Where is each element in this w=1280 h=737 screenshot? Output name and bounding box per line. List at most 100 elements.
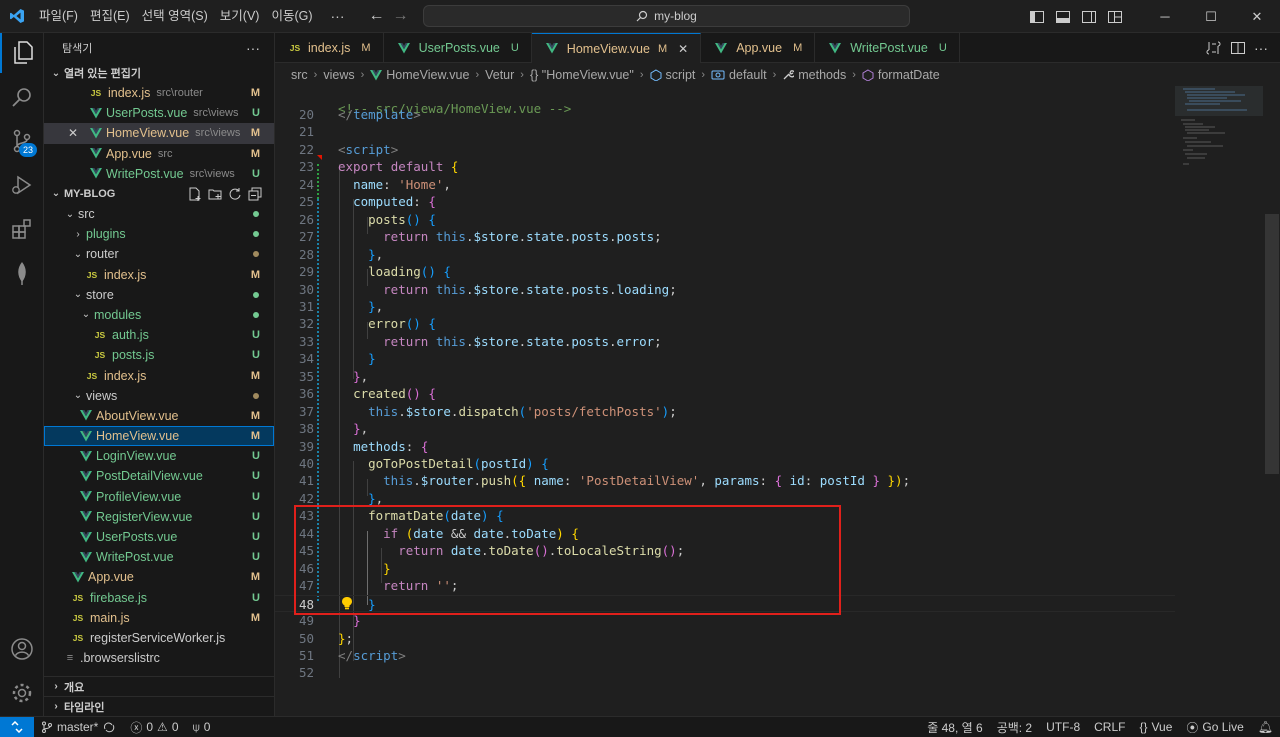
customize-layout-icon[interactable] bbox=[1102, 0, 1128, 33]
end-of-line[interactable]: CRLF bbox=[1087, 720, 1132, 734]
breadcrumb-src[interactable]: src bbox=[291, 68, 308, 82]
extensions-icon[interactable] bbox=[0, 209, 44, 249]
cursor-position[interactable]: 줄 48, 열 6 bbox=[920, 719, 989, 736]
menu-go[interactable]: 이동(G) bbox=[265, 4, 318, 28]
tree-file[interactable]: JS main.js M bbox=[44, 608, 274, 628]
explorer-icon[interactable] bbox=[0, 33, 44, 73]
breadcrumb-file[interactable]: HomeView.vue bbox=[386, 68, 469, 82]
tree-folder[interactable]: ⌄ views bbox=[44, 386, 274, 406]
explorer-more-button[interactable]: ··· bbox=[246, 40, 260, 56]
tree-file[interactable]: JS firebase.js U bbox=[44, 588, 274, 608]
problems-indicator[interactable]: ⓧ 0 ⚠ 0 bbox=[123, 719, 185, 736]
minimap[interactable] bbox=[1175, 86, 1263, 186]
collapse-all-icon[interactable] bbox=[248, 187, 262, 201]
breadcrumb-views[interactable]: views bbox=[323, 68, 354, 82]
menu-edit[interactable]: 편집(E) bbox=[84, 4, 136, 28]
menu-selection[interactable]: 선택 영역(S) bbox=[136, 4, 214, 28]
new-folder-icon[interactable] bbox=[208, 187, 222, 201]
error-icon: ⓧ bbox=[130, 720, 143, 735]
new-file-icon[interactable] bbox=[188, 187, 202, 201]
tree-file[interactable]: JS index.js M bbox=[44, 365, 274, 385]
open-changes-icon[interactable] bbox=[1206, 40, 1222, 56]
tree-file[interactable]: UserPosts.vue U bbox=[44, 527, 274, 547]
editor-more-button[interactable]: ··· bbox=[1254, 40, 1268, 56]
toggle-primary-sidebar-icon[interactable] bbox=[1024, 0, 1050, 33]
maximize-icon[interactable]: ☐ bbox=[1188, 0, 1234, 33]
command-center-search[interactable]: my-blog bbox=[423, 5, 910, 27]
code-editor[interactable]: <!-- src/viewa/HomeView.vue --> 20 </temp… bbox=[275, 86, 1280, 716]
tree-folder[interactable]: ⌄ router bbox=[44, 244, 274, 264]
mongodb-leaf-icon[interactable] bbox=[0, 253, 44, 293]
toggle-panel-icon[interactable] bbox=[1050, 0, 1076, 33]
open-editor-item-active[interactable]: ✕ HomeView.vue src\views M bbox=[44, 123, 274, 144]
tree-file[interactable]: HomeView.vue M bbox=[44, 426, 274, 447]
close-icon[interactable]: ✕ bbox=[1234, 0, 1280, 33]
outline-header[interactable]: › 개요 bbox=[44, 676, 275, 696]
menu-file[interactable]: 파일(F) bbox=[33, 4, 84, 28]
tree-file[interactable]: JS auth.js U bbox=[44, 325, 274, 345]
menu-more-button[interactable]: ··· bbox=[319, 8, 357, 24]
close-editor-icon[interactable]: ✕ bbox=[68, 126, 88, 140]
notifications-bell-icon[interactable]: 🔔︎ bbox=[1251, 720, 1280, 734]
menu-view[interactable]: 보기(V) bbox=[214, 4, 266, 28]
indentation[interactable]: 공백: 2 bbox=[990, 719, 1039, 736]
split-editor-icon[interactable] bbox=[1230, 40, 1246, 56]
tree-file[interactable]: WritePost.vue U bbox=[44, 547, 274, 567]
tab-homeview[interactable]: HomeView.vue M ✕ bbox=[531, 33, 702, 63]
breadcrumb-script[interactable]: script bbox=[666, 68, 696, 82]
tree-file[interactable]: RegisterView.vue U bbox=[44, 507, 274, 527]
breadcrumb-methods[interactable]: methods bbox=[798, 68, 846, 82]
search-icon[interactable] bbox=[0, 77, 44, 117]
tab-userposts[interactable]: UserPosts.vue U bbox=[384, 33, 532, 63]
breadcrumb-module[interactable]: {} "HomeView.vue" bbox=[530, 68, 634, 82]
refresh-icon[interactable] bbox=[228, 187, 242, 201]
lightbulb-icon[interactable] bbox=[341, 596, 353, 613]
run-debug-icon[interactable] bbox=[0, 165, 44, 205]
tree-folder[interactable]: › plugins bbox=[44, 224, 274, 244]
timeline-header[interactable]: › 타임라인 bbox=[44, 696, 275, 716]
code-text: this.$store.dispatch('posts/fetchPosts')… bbox=[368, 403, 677, 419]
manage-gear-icon[interactable] bbox=[0, 673, 44, 713]
tree-file[interactable]: ProfileView.vue U bbox=[44, 487, 274, 507]
code-line: 24 name: 'Home', bbox=[275, 176, 1175, 193]
line-number: 39 bbox=[298, 438, 314, 454]
symbol-module-icon bbox=[650, 69, 661, 81]
open-editor-item[interactable]: JS index.js src\router M bbox=[44, 83, 274, 103]
breadcrumb-vetur[interactable]: Vetur bbox=[485, 68, 514, 82]
accounts-icon[interactable] bbox=[0, 629, 44, 669]
branch-indicator[interactable]: master* bbox=[34, 720, 123, 734]
tree-folder[interactable]: ⌄ store bbox=[44, 285, 274, 305]
toggle-secondary-sidebar-icon[interactable] bbox=[1076, 0, 1102, 33]
tree-file[interactable]: ≡ .browserslistrc bbox=[44, 648, 274, 668]
open-editor-item[interactable]: UserPosts.vue src\views U bbox=[44, 103, 274, 123]
vertical-scrollbar[interactable] bbox=[1265, 214, 1279, 474]
tree-file[interactable]: PostDetailView.vue U bbox=[44, 466, 274, 486]
language-mode[interactable]: {} Vue bbox=[1132, 720, 1179, 734]
back-arrow-icon[interactable]: ← bbox=[365, 7, 389, 25]
breadcrumb-default[interactable]: default bbox=[729, 68, 767, 82]
remote-indicator[interactable] bbox=[0, 716, 34, 737]
ports-indicator[interactable]: ⍦ 0 bbox=[186, 720, 218, 735]
tree-file[interactable]: JS registerServiceWorker.js bbox=[44, 628, 274, 648]
encoding[interactable]: UTF-8 bbox=[1039, 720, 1087, 734]
open-editor-item[interactable]: WritePost.vue src\views U bbox=[44, 164, 274, 184]
tree-folder[interactable]: ⌄ modules bbox=[44, 305, 274, 325]
tree-file[interactable]: JS posts.js U bbox=[44, 345, 274, 365]
tree-folder[interactable]: ⌄ src bbox=[44, 204, 274, 224]
go-live-button[interactable]: ⦿ Go Live bbox=[1179, 719, 1250, 736]
minimize-icon[interactable]: ─ bbox=[1142, 0, 1188, 33]
forward-arrow-icon[interactable]: → bbox=[389, 7, 413, 25]
code-line: 26 posts() { bbox=[275, 211, 1175, 228]
tree-file[interactable]: AboutView.vue M bbox=[44, 406, 274, 426]
breadcrumb-formatdate[interactable]: formatDate bbox=[878, 68, 940, 82]
open-editor-item[interactable]: App.vue src M bbox=[44, 144, 274, 164]
tree-file[interactable]: JS index.js M bbox=[44, 265, 274, 285]
project-header[interactable]: ⌄ MY-BLOG bbox=[44, 184, 274, 204]
close-tab-icon[interactable]: ✕ bbox=[678, 42, 688, 56]
tab-writepost[interactable]: WritePost.vue U bbox=[815, 33, 960, 63]
open-editors-header[interactable]: ⌄ 열려 있는 편집기 bbox=[44, 63, 274, 83]
tree-file[interactable]: LoginView.vue U bbox=[44, 446, 274, 466]
tab-index-js[interactable]: JS index.js M bbox=[275, 33, 384, 63]
tab-app[interactable]: App.vue M bbox=[701, 33, 816, 63]
tree-file[interactable]: App.vue M bbox=[44, 567, 274, 587]
